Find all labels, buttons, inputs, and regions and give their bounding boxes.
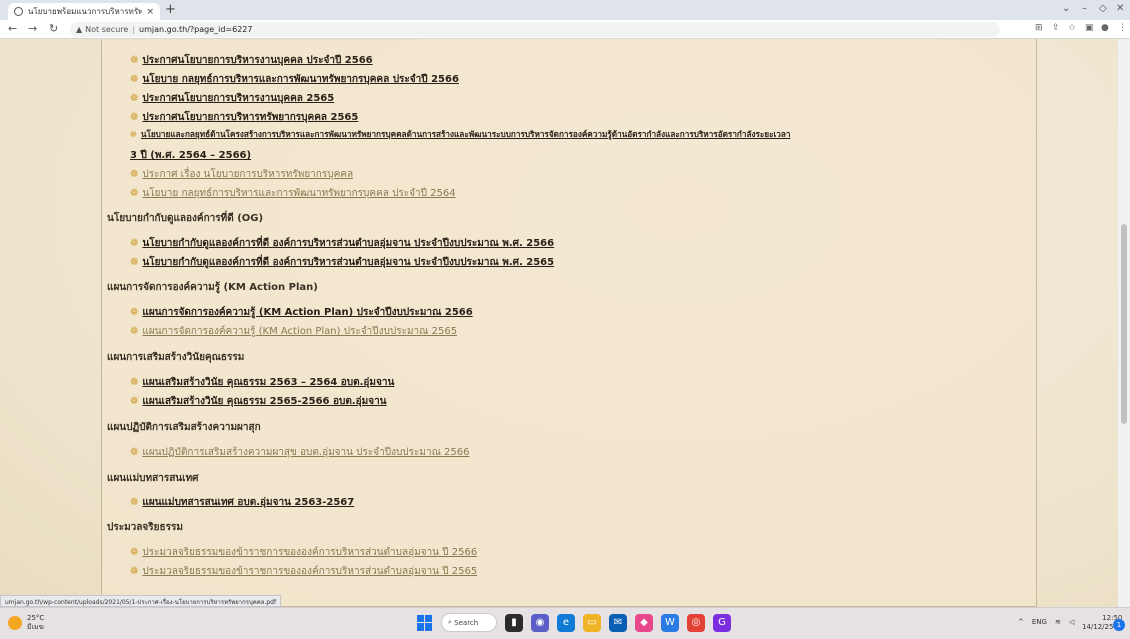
- link-km-2566[interactable]: ❁ แผนการจัดการองค์ความรู้ (KM Action Plan…: [130, 305, 473, 320]
- heading-ethics: แผนการเสริมสร้างวินัยคุณธรรม: [107, 352, 245, 363]
- flower-bullet-icon: ❁: [130, 396, 139, 407]
- wifi-icon[interactable]: ≋: [1055, 618, 1061, 626]
- tab-title: นโยบายพร้อมแนวการบริหารทรัพยากรบุ: [28, 7, 143, 16]
- warning-icon: ▲: [76, 25, 83, 34]
- new-tab-button[interactable]: +: [165, 2, 176, 17]
- link-hr-strategy-2566[interactable]: ❁ นโยบาย กลยุทธ์การบริหารและการพัฒนาทรัพย…: [130, 72, 459, 87]
- link-it-plan[interactable]: ❁ แผนแม่บทสารสนเทศ อบต.อุ่มจาน 2563-2567: [130, 495, 354, 510]
- close-tab-icon[interactable]: ×: [146, 7, 154, 17]
- address-bar[interactable]: ▲ Not secure | umjan.go.th/?page_id=6227: [70, 22, 1000, 37]
- minimize-icon[interactable]: –: [1082, 3, 1087, 14]
- link-happiness-2566[interactable]: ❁ แผนปฏิบัติการเสริมสร้างความผาสุข อบต.อุ…: [130, 445, 470, 460]
- browser-toolbar: ← → ↻ ▲ Not secure | umjan.go.th/?page_i…: [0, 20, 1130, 39]
- page-scrollbar[interactable]: [1118, 39, 1130, 607]
- flower-bullet-icon: ❁: [130, 238, 139, 249]
- windows-taskbar: 25°C มีเมฆ ⌕ Search ▮ ◉ e ▭ ✉ ◆ W ◎ G ^ …: [0, 607, 1130, 639]
- page-background: ❁ ประกาศนโยบายการบริหารงานบุคคล ประจำปี 2…: [0, 39, 1130, 607]
- reload-icon[interactable]: ↻: [49, 22, 58, 35]
- bookmark-star-icon[interactable]: ☆: [1068, 23, 1076, 33]
- globe-icon: [14, 7, 23, 16]
- app-g-icon[interactable]: G: [713, 613, 731, 632]
- restore-icon[interactable]: ◇: [1099, 3, 1107, 14]
- browser-tab[interactable]: นโยบายพร้อมแนวการบริหารทรัพยากรบุ ×: [8, 3, 160, 20]
- profile-icon[interactable]: ●: [1101, 23, 1109, 33]
- system-tray[interactable]: ^ ENG ≋ ◁: [1018, 618, 1074, 626]
- word-icon[interactable]: W: [661, 613, 679, 632]
- heading-code-of-ethics: ประมวลจริยธรรม: [107, 522, 183, 533]
- volume-icon[interactable]: ◁: [1069, 618, 1074, 626]
- heading-km: แผนการจัดการองค์ความรู้ (KM Action Plan): [107, 282, 318, 293]
- weather-widget[interactable]: 25°C มีเมฆ: [8, 614, 44, 632]
- chrome-icon[interactable]: ◎: [687, 613, 705, 632]
- link-og-2565[interactable]: ❁ นโยบายกำกับดูแลองค์การที่ดี องค์การบริห…: [130, 255, 554, 270]
- not-secure-label: Not secure: [85, 25, 129, 34]
- back-icon[interactable]: ←: [8, 22, 17, 35]
- sidepanel-icon[interactable]: ▣: [1085, 23, 1094, 33]
- link-hr-structure-plan-years[interactable]: 3 ปี (พ.ศ. 2564 – 2566): [130, 148, 251, 163]
- link-hr-structure-plan[interactable]: ❁ นโยบายและกลยุทธ์ด้านโครงสร้างการบริหารแ…: [130, 128, 791, 141]
- tab-strip: นโยบายพร้อมแนวการบริหารทรัพยากรบุ × + ⌄ …: [0, 0, 1130, 20]
- notification-badge[interactable]: 1: [1113, 619, 1125, 631]
- store-icon[interactable]: ◆: [635, 613, 653, 632]
- link-hr-policy-2565[interactable]: ❁ ประกาศนโยบายการบริหารงานบุคคล 2565: [130, 91, 334, 106]
- link-og-2566[interactable]: ❁ นโยบายกำกับดูแลองค์การที่ดี องค์การบริห…: [130, 236, 554, 251]
- flower-bullet-icon: ❁: [130, 566, 139, 577]
- windows-start-icon[interactable]: [417, 614, 433, 631]
- edge-icon[interactable]: e: [557, 613, 575, 632]
- weather-condition: มีเมฆ: [27, 623, 44, 631]
- flower-bullet-icon: ❁: [130, 188, 139, 199]
- tab-search-icon[interactable]: ⌄: [1062, 3, 1070, 14]
- status-url-bubble: umjan.go.th/wp-content/uploads/2021/05/1…: [0, 595, 282, 607]
- flower-bullet-icon: ❁: [130, 497, 139, 508]
- flower-bullet-icon: ❁: [130, 93, 139, 104]
- temperature: 25°C: [27, 614, 45, 622]
- chevron-up-icon[interactable]: ^: [1018, 618, 1024, 626]
- forward-icon[interactable]: →: [28, 22, 37, 35]
- flower-bullet-icon: ❁: [130, 74, 139, 85]
- link-hr-policy-2566[interactable]: ❁ ประกาศนโยบายการบริหารงานบุคคล ประจำปี 2…: [130, 53, 373, 68]
- link-ethics-2563[interactable]: ❁ แผนเสริมสร้างวินัย คุณธรรม 2563 – 2564 …: [130, 375, 394, 390]
- heading-it-plan: แผนแม่บทสารสนเทศ: [107, 473, 199, 484]
- scrollbar-thumb[interactable]: [1121, 224, 1127, 424]
- link-code-2566[interactable]: ❁ ประมวลจริยธรรมของข้าราชการขององค์การบริ…: [130, 545, 477, 560]
- flower-bullet-icon: ❁: [130, 307, 139, 318]
- language-indicator[interactable]: ENG: [1032, 618, 1047, 626]
- mail-icon[interactable]: ✉: [609, 613, 627, 632]
- flower-bullet-icon: ❁: [130, 547, 139, 558]
- link-km-2565[interactable]: ❁ แผนการจัดการองค์ความรู้ (KM Action Plan…: [130, 324, 457, 339]
- heading-happiness: แผนปฏิบัติการเสริมสร้างความผาสุก: [107, 422, 261, 433]
- separator: |: [132, 25, 136, 34]
- sun-icon: [8, 616, 22, 630]
- flower-bullet-icon: ❁: [130, 447, 139, 458]
- url-text: umjan.go.th/?page_id=6227: [139, 25, 253, 34]
- flower-bullet-icon: ❁: [130, 326, 139, 337]
- taskbar-search[interactable]: ⌕ Search: [441, 613, 497, 632]
- link-ethics-2565[interactable]: ❁ แผนเสริมสร้างวินัย คุณธรรม 2565-2566 อบ…: [130, 394, 387, 409]
- flower-bullet-icon: ❁: [130, 129, 137, 139]
- flower-bullet-icon: ❁: [130, 112, 139, 123]
- link-hr-announcement[interactable]: ❁ ประกาศ เรื่อง นโยบายการบริหารทรัพยากรบุ…: [130, 167, 353, 182]
- flower-bullet-icon: ❁: [130, 377, 139, 388]
- link-code-2565[interactable]: ❁ ประมวลจริยธรรมของข้าราชการขององค์การบริ…: [130, 564, 477, 579]
- taskbar-apps: ⌕ Search ▮ ◉ e ▭ ✉ ◆ W ◎ G: [417, 613, 731, 632]
- file-explorer-icon[interactable]: ▭: [583, 613, 601, 632]
- menu-icon[interactable]: ⋮: [1118, 23, 1127, 33]
- teams-chat-icon[interactable]: ◉: [531, 613, 549, 632]
- close-window-icon[interactable]: ✕: [1116, 3, 1124, 14]
- heading-og: นโยบายกำกับดูแลองค์การที่ดี (OG): [107, 213, 264, 224]
- flower-bullet-icon: ❁: [130, 55, 139, 66]
- link-hr-resource-2565[interactable]: ❁ ประกาศนโยบายการบริหารทรัพยากรบุคคล 2565: [130, 110, 358, 125]
- share-icon[interactable]: ⇪: [1052, 23, 1060, 33]
- task-view-icon[interactable]: ▮: [505, 613, 523, 632]
- flower-bullet-icon: ❁: [130, 169, 139, 180]
- link-hr-strategy-2564[interactable]: ❁ นโยบาย กลยุทธ์การบริหารและการพัฒนาทรัพย…: [130, 186, 456, 201]
- translate-icon[interactable]: ⊞: [1035, 23, 1043, 33]
- flower-bullet-icon: ❁: [130, 257, 139, 268]
